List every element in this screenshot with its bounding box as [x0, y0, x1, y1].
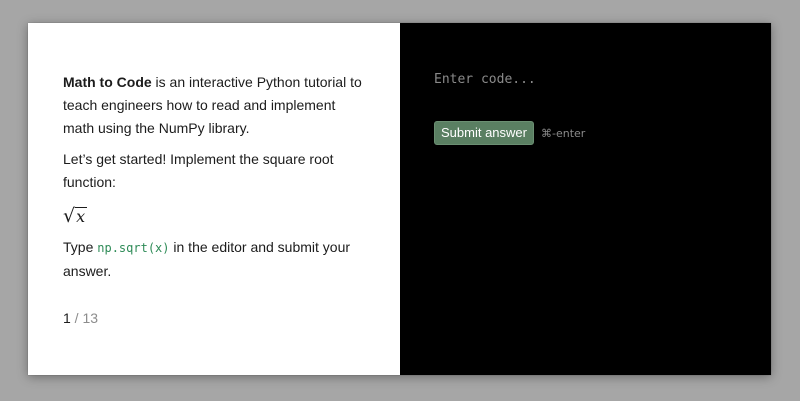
intro-paragraph: Math to Code is an interactive Python tu… — [63, 71, 370, 140]
lesson-panel: Math to Code is an interactive Python tu… — [28, 23, 400, 375]
prompt-paragraph: Let’s get started! Implement the square … — [63, 151, 334, 190]
instruction-text-before: Type — [63, 239, 98, 255]
page-current: 1 — [63, 310, 71, 326]
pagination: 1 / 13 — [63, 309, 98, 327]
formula-variable: x — [75, 207, 88, 226]
submit-answer-button[interactable]: Submit answer — [434, 121, 534, 145]
page-total: 13 — [82, 310, 99, 326]
formula: √ x — [63, 202, 370, 226]
square-root-symbol: √ — [63, 205, 76, 227]
keyboard-shortcut-hint: ⌘-enter — [540, 126, 586, 140]
app-window: Math to Code is an interactive Python tu… — [28, 23, 771, 375]
brand-name: Math to Code — [63, 74, 152, 90]
editor-panel: Submit answer ⌘-enter — [400, 23, 771, 375]
code-input[interactable] — [434, 69, 734, 89]
submit-row: Submit answer ⌘-enter — [434, 121, 771, 145]
page-separator: / — [70, 310, 83, 326]
inline-code-snippet: np.sqrt(x) — [97, 241, 170, 255]
instruction-paragraph: Type np.sqrt(x) in the editor and submit… — [63, 236, 370, 283]
